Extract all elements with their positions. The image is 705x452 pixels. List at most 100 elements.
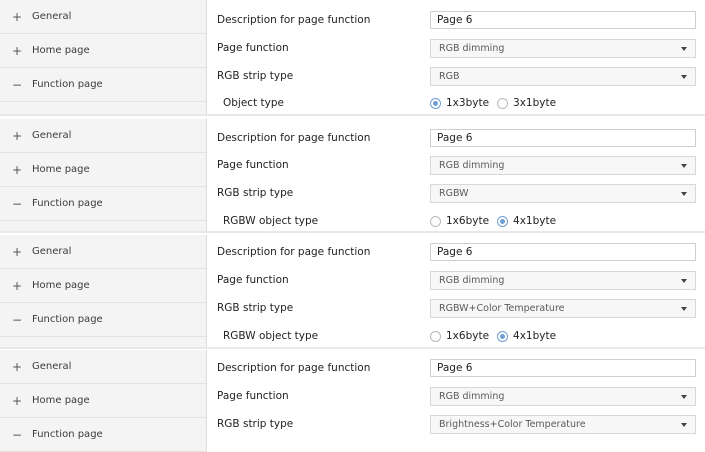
description-input[interactable]: Page 6 (430, 129, 696, 147)
page-function-label: Page function (217, 159, 289, 171)
strip-type-row: RGB strip type RGBW (217, 182, 705, 204)
rgbw-object-type-label: RGBW object type (223, 215, 319, 227)
page-function-row: Page function RGB dimming (217, 269, 705, 291)
strip-type-row: RGB strip type RGB (217, 65, 705, 87)
expand-plus-icon: + (11, 393, 23, 408)
radio-unselected-icon (430, 330, 441, 342)
strip-type-value: RGBW (439, 187, 469, 199)
strip-type-select[interactable]: Brightness+Color Temperature (430, 414, 696, 434)
strip-type-label: RGB strip type (217, 302, 294, 314)
page-function-select[interactable]: RGB dimming (430, 386, 696, 406)
radio-option-label: 4x1byte (513, 215, 557, 227)
description-label: Description for page function (217, 132, 371, 144)
object-type-radio-group: 1x3byte 3x1byte (430, 97, 564, 109)
radio-option-label: 1x3byte (446, 97, 490, 109)
chevron-down-icon (681, 74, 687, 79)
strip-type-row: RGB strip type RGBW+Color Temperature (217, 297, 705, 319)
collapse-minus-icon: − (11, 427, 23, 442)
page-function-label: Page function (217, 274, 289, 286)
page-function-select[interactable]: RGB dimming (430, 270, 696, 290)
sidebar-item-function-page[interactable]: − Function page (0, 187, 206, 221)
description-label: Description for page function (217, 14, 371, 26)
object-type-label: Object type (223, 97, 284, 109)
strip-type-row: RGB strip type Brightness+Color Temperat… (217, 413, 705, 435)
expand-plus-icon: + (11, 278, 23, 293)
page-function-value: RGB dimming (439, 274, 505, 286)
page-function-row: Page function RGB dimming (217, 154, 705, 176)
expand-plus-icon: + (11, 128, 23, 143)
page-function-value: RGB dimming (439, 390, 505, 402)
expand-plus-icon: + (11, 43, 23, 58)
expand-plus-icon: + (11, 244, 23, 259)
page-function-select[interactable]: RGB dimming (430, 38, 696, 58)
description-input[interactable]: Page 6 (430, 11, 696, 29)
radio-option-1x6byte[interactable]: 1x6byte (430, 330, 489, 342)
sidebar-item-label: Home page (32, 45, 90, 56)
collapse-minus-icon: − (11, 77, 23, 92)
sidebar-item-general[interactable]: + General (0, 235, 206, 269)
page-function-value: RGB dimming (439, 42, 505, 54)
settings-panel-3: + General + Home page − Function page De… (0, 235, 705, 347)
sidebar-item-label: Function page (32, 198, 103, 209)
sidebar: + General + Home page − Function page (0, 235, 207, 347)
sidebar: + General + Home page − Function page (0, 0, 207, 114)
rgbw-object-type-radio-group: 1x6byte 4x1byte (430, 330, 564, 342)
rgbw-object-type-row: RGBW object type 1x6byte 4x1byte (217, 210, 705, 231)
strip-type-label: RGB strip type (217, 70, 294, 82)
radio-option-4x1byte[interactable]: 4x1byte (497, 215, 556, 227)
sidebar: + General + Home page − Function page (0, 350, 207, 452)
sidebar-item-function-page[interactable]: − Function page (0, 303, 206, 337)
expand-plus-icon: + (11, 359, 23, 374)
divider (0, 231, 705, 233)
strip-type-label: RGB strip type (217, 187, 294, 199)
description-input[interactable]: Page 6 (430, 359, 696, 377)
chevron-down-icon (681, 46, 687, 51)
sidebar-item-general[interactable]: + General (0, 350, 206, 384)
strip-type-value: Brightness+Color Temperature (439, 418, 586, 430)
strip-type-value: RGBW+Color Temperature (439, 302, 565, 314)
sidebar-item-label: General (32, 11, 72, 22)
expand-plus-icon: + (11, 162, 23, 177)
strip-type-select[interactable]: RGBW+Color Temperature (430, 298, 696, 318)
sidebar-item-label: Home page (32, 280, 90, 291)
chevron-down-icon (681, 422, 687, 427)
description-row: Description for page function Page 6 (217, 9, 705, 31)
radio-unselected-icon (497, 97, 509, 109)
expand-plus-icon: + (11, 9, 23, 24)
page-function-label: Page function (217, 42, 289, 54)
sidebar-item-home-page[interactable]: + Home page (0, 153, 206, 187)
sidebar-item-label: Function page (32, 429, 103, 440)
description-input[interactable]: Page 6 (430, 243, 696, 261)
rgbw-object-type-radio-group: 1x6byte 4x1byte (430, 215, 564, 227)
sidebar-item-label: Home page (32, 164, 90, 175)
sidebar-item-general[interactable]: + General (0, 0, 206, 34)
radio-option-label: 1x6byte (446, 330, 490, 342)
sidebar-item-general[interactable]: + General (0, 119, 206, 153)
rgbw-object-type-row: RGBW object type 1x6byte 4x1byte (217, 325, 705, 347)
radio-option-label: 4x1byte (513, 330, 557, 342)
sidebar-item-function-page[interactable]: − Function page (0, 68, 206, 102)
radio-option-label: 3x1byte (513, 97, 557, 109)
sidebar-item-home-page[interactable]: + Home page (0, 269, 206, 303)
radio-option-label: 1x6byte (446, 215, 490, 227)
chevron-down-icon (681, 394, 687, 399)
radio-option-4x1byte[interactable]: 4x1byte (497, 330, 556, 342)
strip-type-select[interactable]: RGBW (430, 183, 696, 203)
description-row: Description for page function Page 6 (217, 241, 705, 263)
divider (0, 114, 705, 116)
sidebar-item-function-page[interactable]: − Function page (0, 418, 206, 452)
radio-option-1x3byte[interactable]: 1x3byte (430, 97, 489, 109)
radio-option-1x6byte[interactable]: 1x6byte (430, 215, 489, 227)
description-row: Description for page function Page 6 (217, 357, 705, 379)
radio-option-3x1byte[interactable]: 3x1byte (497, 97, 556, 109)
strip-type-select[interactable]: RGB (430, 66, 696, 86)
chevron-down-icon (681, 191, 687, 196)
chevron-down-icon (681, 306, 687, 311)
sidebar-item-home-page[interactable]: + Home page (0, 34, 206, 68)
sidebar-item-home-page[interactable]: + Home page (0, 384, 206, 418)
page-function-value: RGB dimming (439, 159, 505, 171)
radio-selected-icon (430, 97, 441, 109)
page-function-row: Page function RGB dimming (217, 37, 705, 59)
radio-selected-icon (497, 215, 509, 227)
page-function-select[interactable]: RGB dimming (430, 155, 696, 175)
